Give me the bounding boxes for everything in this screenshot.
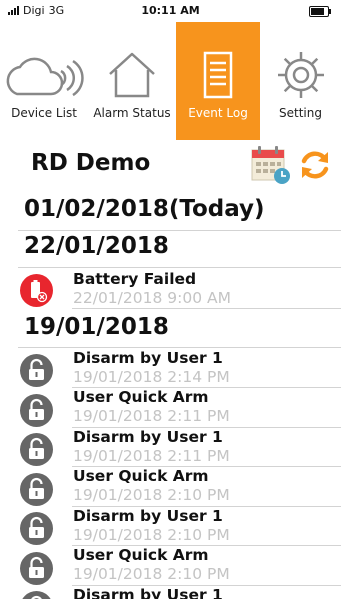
- unlock-icon: [20, 433, 53, 466]
- divider: [72, 308, 341, 309]
- unlock-icon: [20, 591, 53, 599]
- event-title: Battery Failed: [73, 270, 197, 288]
- tab-setting[interactable]: Setting: [260, 22, 341, 140]
- tab-event-log[interactable]: Event Log: [176, 22, 260, 140]
- event-log-header: RD Demo: [0, 140, 341, 190]
- date-header: 22/01/2018: [24, 233, 169, 259]
- lock-icon: [20, 473, 53, 506]
- battery-icon: [309, 6, 331, 17]
- house-icon: [109, 52, 155, 98]
- unlock-icon: [20, 512, 53, 545]
- calendar-button[interactable]: [250, 144, 292, 190]
- event-time: 19/01/2018 2:14 PM: [73, 368, 230, 386]
- event-title: User Quick Arm: [73, 546, 209, 564]
- tab-label: Event Log: [188, 106, 248, 120]
- document-icon: [203, 51, 233, 99]
- tab-bar: Device List Alarm Status Event Log Setti…: [0, 22, 341, 140]
- site-name: RD Demo: [31, 150, 151, 176]
- event-time: 22/01/2018 9:00 AM: [73, 289, 231, 307]
- battery-alert-icon: [20, 274, 53, 307]
- lock-icon: [20, 552, 53, 585]
- lock-icon: [20, 394, 53, 427]
- tab-label: Device List: [11, 106, 77, 120]
- date-header: 01/02/2018(Today): [24, 196, 265, 222]
- event-time: 19/01/2018 2:10 PM: [73, 565, 230, 583]
- clock: 10:11 AM: [141, 4, 200, 17]
- gear-icon: [277, 52, 324, 98]
- event-title: Disarm by User 1: [73, 507, 223, 525]
- refresh-icon: [301, 151, 329, 179]
- divider: [18, 230, 341, 231]
- date-header: 19/01/2018: [24, 314, 169, 340]
- status-bar: Digi 3G 10:11 AM: [0, 0, 341, 22]
- event-time: 19/01/2018 2:11 PM: [73, 447, 230, 465]
- event-title: Disarm by User 1: [73, 349, 223, 367]
- divider: [18, 347, 341, 348]
- divider: [18, 267, 341, 268]
- tab-device-list[interactable]: Device List: [0, 22, 88, 140]
- event-title: Disarm by User 1: [73, 428, 223, 446]
- event-log-list[interactable]: 01/02/2018(Today) 22/01/2018 Battery Fai…: [0, 190, 341, 599]
- refresh-button[interactable]: [297, 147, 333, 187]
- event-title: User Quick Arm: [73, 467, 209, 485]
- unlock-icon: [20, 354, 53, 387]
- calendar-icon: [251, 146, 290, 184]
- event-time: 19/01/2018 2:10 PM: [73, 526, 230, 544]
- event-time: 19/01/2018 2:10 PM: [73, 486, 230, 504]
- event-time: 19/01/2018 2:11 PM: [73, 407, 230, 425]
- tab-alarm-status[interactable]: Alarm Status: [88, 22, 176, 140]
- cloud-signal-icon: [6, 57, 84, 97]
- event-title: Disarm by User 1: [73, 586, 223, 599]
- tab-label: Setting: [279, 106, 322, 120]
- tab-label: Alarm Status: [93, 106, 171, 120]
- event-title: User Quick Arm: [73, 388, 209, 406]
